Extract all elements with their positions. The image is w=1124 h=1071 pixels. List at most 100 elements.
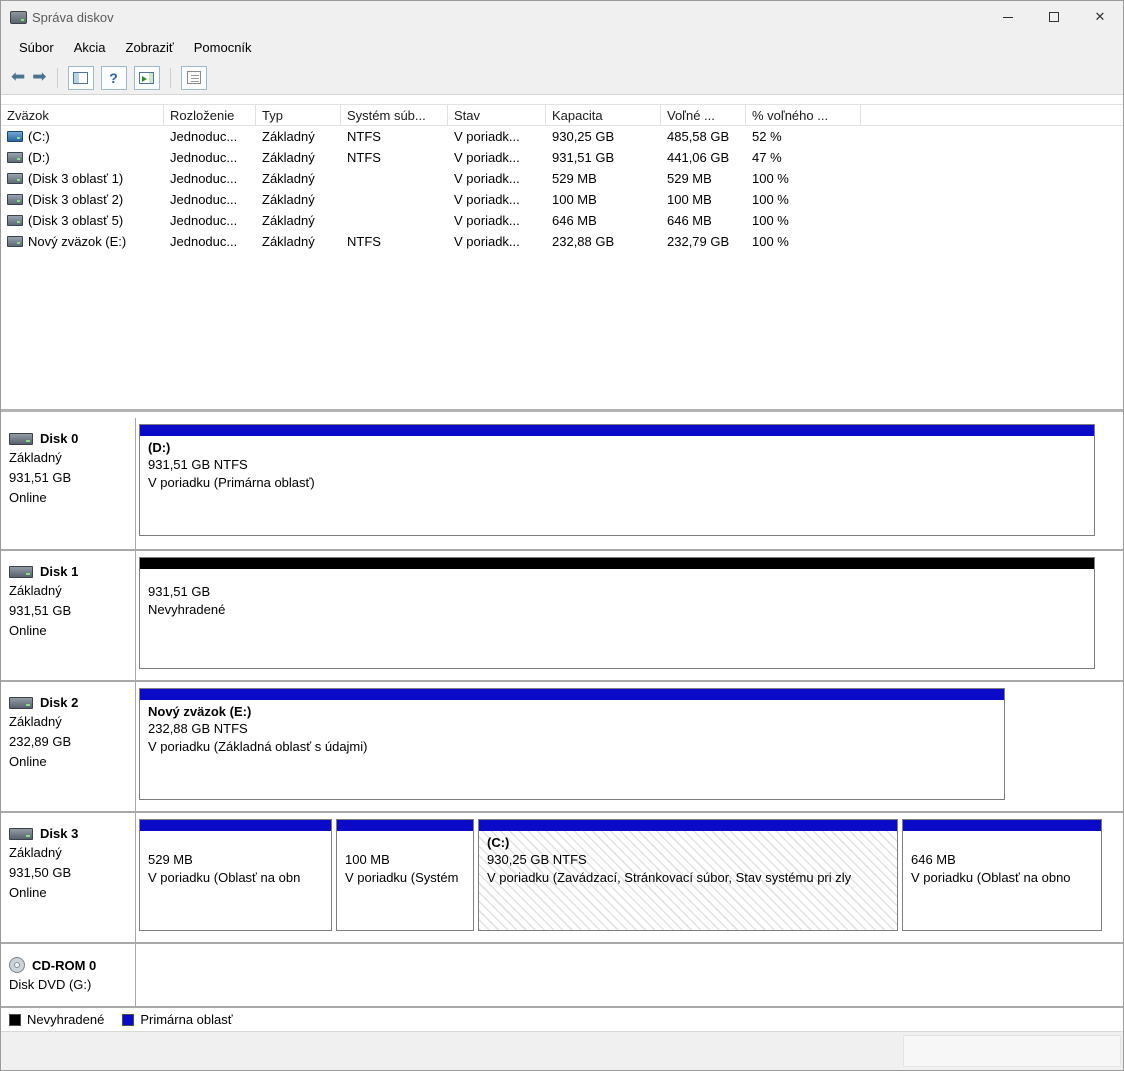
partition-title	[148, 834, 323, 851]
volume-name: (C:)	[28, 129, 50, 144]
minimize-button[interactable]	[985, 1, 1031, 33]
disk1-info-panel[interactable]: Disk 1 Základný 931,51 GB Online	[1, 551, 136, 680]
partition-e[interactable]: Nový zväzok (E:) 232,88 GB NTFS V poriad…	[139, 688, 1005, 800]
partition-color-bar	[337, 820, 473, 831]
partition-status: V poriadku (Zavádzací, Stránkovací súbor…	[487, 870, 852, 885]
forward-arrow-icon[interactable]: ➡	[32, 69, 46, 86]
free-pct-cell: 100 %	[752, 192, 789, 207]
free-pct-cell: 100 %	[752, 234, 789, 249]
partition-recovery-1[interactable]: 529 MB V poriadku (Oblasť na obn	[139, 819, 332, 931]
disk0-info-panel[interactable]: Disk 0 Základný 931,51 GB Online	[1, 418, 136, 549]
disk-management-window: Správa diskov ✕ Súbor Akcia Zobraziť Pom…	[0, 0, 1124, 1071]
maximize-button[interactable]	[1031, 1, 1077, 33]
type-cell: Základný	[262, 234, 315, 249]
menu-view[interactable]: Zobraziť	[116, 35, 184, 60]
cdrom-media: Disk DVD (G:)	[9, 977, 92, 992]
volume-row-e[interactable]: Nový zväzok (E:) Jednoduc... Základný NT…	[1, 231, 1123, 252]
volume-cell: (D:)	[1, 147, 164, 168]
partition-system[interactable]: 100 MB V poriadku (Systém	[336, 819, 474, 931]
disk-name: Disk 2	[40, 695, 79, 710]
menu-bar: Súbor Akcia Zobraziť Pomocník	[1, 33, 1123, 61]
disk-type: Základný	[9, 583, 62, 598]
column-header-status[interactable]: Stav	[448, 104, 546, 126]
free-cell: 232,79 GB	[667, 234, 730, 249]
volume-row-disk3-oblast1[interactable]: (Disk 3 oblasť 1) Jednoduc... Základný V…	[1, 168, 1123, 189]
disk-status: Online	[9, 754, 47, 769]
partition-c[interactable]: (C:) 930,25 GB NTFS V poriadku (Zavádzac…	[478, 819, 898, 931]
type-cell: Základný	[262, 192, 315, 207]
partition-size: 529 MB	[148, 852, 193, 867]
menu-action[interactable]: Akcia	[64, 35, 116, 60]
partition-content: (D:) 931,51 GB NTFS V poriadku (Primárna…	[140, 436, 1094, 492]
close-button[interactable]: ✕	[1077, 1, 1123, 33]
free-cell: 100 MB	[667, 192, 712, 207]
partition-content: 931,51 GB Nevyhradené	[140, 569, 1094, 619]
partition-unallocated[interactable]: 931,51 GB Nevyhradené	[139, 557, 1095, 669]
disk-row-1: Disk 1 Základný 931,51 GB Online 931,51 …	[1, 549, 1123, 680]
disk0-partitions: (D:) 931,51 GB NTFS V poriadku (Primárna…	[136, 418, 1123, 549]
column-header-layout[interactable]: Rozloženie	[164, 104, 256, 126]
column-header-type[interactable]: Typ	[256, 104, 341, 126]
free-cell: 441,06 GB	[667, 150, 730, 165]
partition-status: V poriadku (Systém	[345, 870, 459, 885]
column-header-filesystem[interactable]: Systém súb...	[341, 104, 448, 126]
disk2-info-panel[interactable]: Disk 2 Základný 232,89 GB Online	[1, 682, 136, 811]
volume-name: (Disk 3 oblasť 2)	[28, 192, 124, 207]
partition-title: Nový zväzok (E:)	[148, 704, 252, 719]
legend-bar: Nevyhradené Primárna oblasť	[1, 1006, 1123, 1031]
type-cell: Základný	[262, 129, 315, 144]
volume-name: (Disk 3 oblasť 5)	[28, 213, 124, 228]
column-header-capacity[interactable]: Kapacita	[546, 104, 661, 126]
close-icon: ✕	[1094, 9, 1106, 24]
partition-size: 930,25 GB NTFS	[487, 852, 587, 867]
status-grip	[903, 1035, 1121, 1067]
help-button[interactable]: ?	[100, 65, 127, 90]
menu-file[interactable]: Súbor	[9, 35, 64, 60]
partition-size: 232,88 GB NTFS	[148, 721, 248, 736]
graphical-view-pane: Disk 0 Základný 931,51 GB Online (D:) 93…	[1, 412, 1123, 1006]
partition-status: V poriadku (Základná oblasť s údajmi)	[148, 739, 368, 754]
legend-primary: Primárna oblasť	[122, 1012, 233, 1027]
properties-button[interactable]	[180, 65, 207, 90]
unallocated-swatch	[9, 1013, 21, 1026]
volume-row-d[interactable]: (D:) Jednoduc... Základný NTFS V poriadk…	[1, 147, 1123, 168]
volume-row-c[interactable]: (C:) Jednoduc... Základný NTFS V poriadk…	[1, 126, 1123, 147]
volume-row-disk3-oblast2[interactable]: (Disk 3 oblasť 2) Jednoduc... Základný V…	[1, 189, 1123, 210]
back-arrow-icon[interactable]: ⬅	[11, 69, 25, 86]
column-header-free-pct[interactable]: % voľného ...	[746, 104, 861, 126]
disk1-partitions: 931,51 GB Nevyhradené	[136, 551, 1123, 680]
layout-cell: Jednoduc...	[170, 234, 238, 249]
cdrom-info-panel[interactable]: CD-ROM 0 Disk DVD (G:)	[1, 944, 136, 1006]
title-bar[interactable]: Správa diskov ✕	[1, 1, 1123, 33]
partition-status: V poriadku (Oblasť na obno	[911, 870, 1071, 885]
console-tree-button[interactable]	[67, 65, 94, 90]
free-pct-cell: 100 %	[752, 171, 789, 186]
disk-icon	[9, 827, 33, 840]
capacity-cell: 232,88 GB	[552, 234, 615, 249]
capacity-cell: 930,25 GB	[552, 129, 615, 144]
disk-type: Základný	[9, 714, 62, 729]
column-header-volume[interactable]: Zväzok	[1, 104, 164, 126]
volume-icon	[7, 194, 23, 205]
disk3-info-panel[interactable]: Disk 3 Základný 931,50 GB Online	[1, 813, 136, 942]
toolbar-separator	[56, 67, 58, 88]
volume-icon	[7, 152, 23, 163]
column-header-free[interactable]: Voľné ...	[661, 104, 746, 126]
disk2-partitions: Nový zväzok (E:) 232,88 GB NTFS V poriad…	[136, 682, 1123, 811]
show-action-pane-button[interactable]	[133, 65, 160, 90]
partition-recovery-2[interactable]: 646 MB V poriadku (Oblasť na obno	[902, 819, 1102, 931]
menu-help[interactable]: Pomocník	[184, 35, 262, 60]
partition-color-bar	[903, 820, 1101, 831]
layout-cell: Jednoduc...	[170, 129, 238, 144]
filesystem-cell	[341, 189, 448, 210]
type-cell: Základný	[262, 171, 315, 186]
filesystem-cell: NTFS	[347, 150, 381, 165]
layout-cell: Jednoduc...	[170, 171, 238, 186]
partition-d[interactable]: (D:) 931,51 GB NTFS V poriadku (Primárna…	[139, 424, 1095, 536]
disk-icon	[9, 696, 33, 709]
filler-cell	[861, 168, 1123, 189]
capacity-cell: 529 MB	[552, 171, 597, 186]
filesystem-cell: NTFS	[347, 234, 381, 249]
layout-cell: Jednoduc...	[170, 192, 238, 207]
volume-row-disk3-oblast5[interactable]: (Disk 3 oblasť 5) Jednoduc... Základný V…	[1, 210, 1123, 231]
